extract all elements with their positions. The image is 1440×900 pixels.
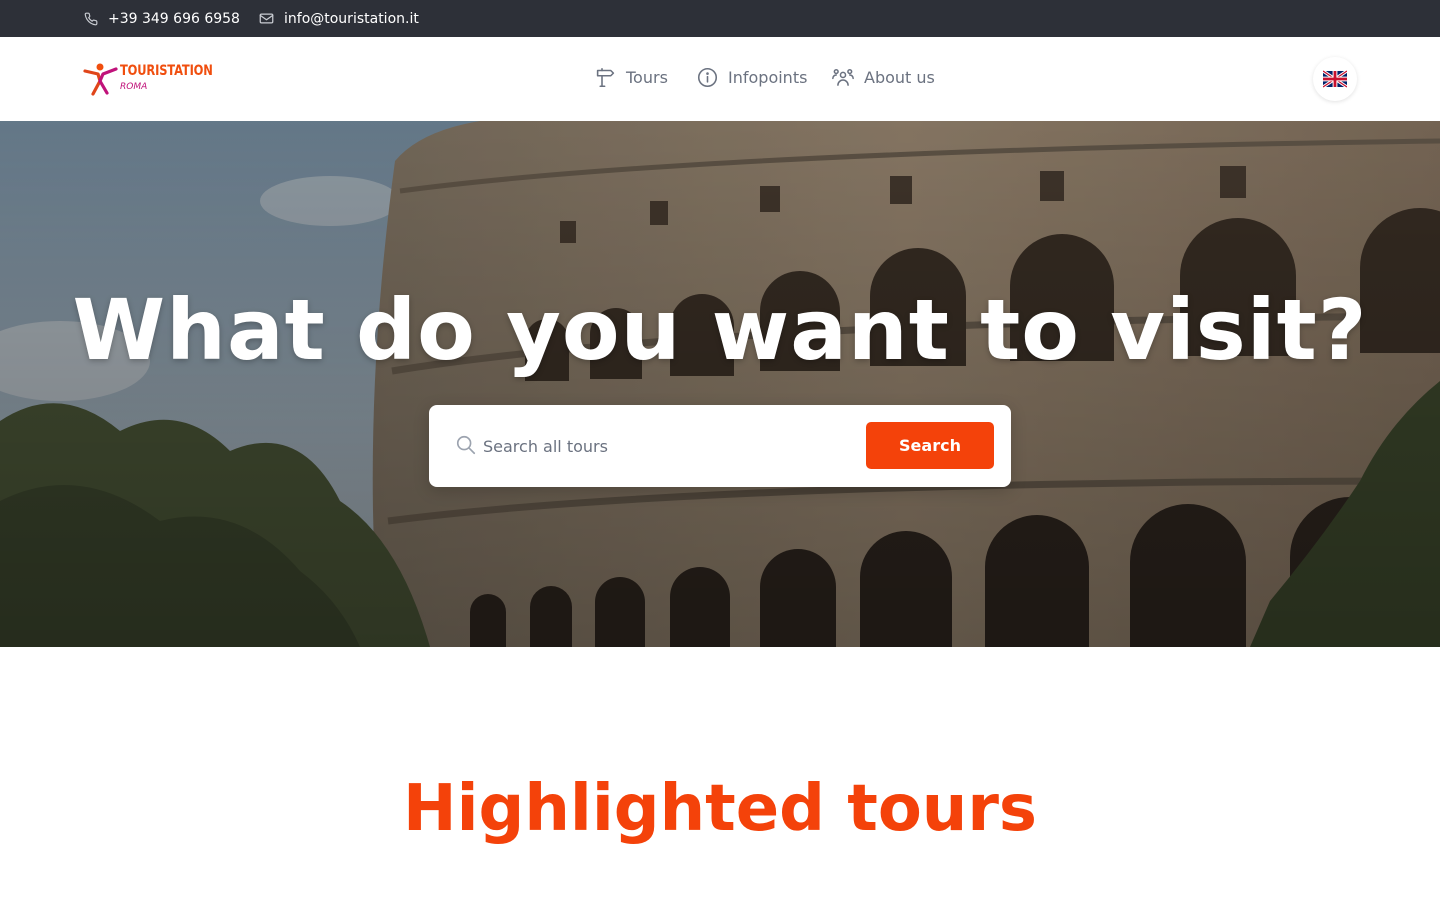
contact-email[interactable]: info@touristation.it	[259, 0, 419, 37]
nav-infopoints[interactable]: Infopoints	[697, 37, 807, 117]
search-icon	[455, 434, 477, 460]
email-address: info@touristation.it	[284, 10, 419, 27]
logo-subtitle: ROMA	[120, 82, 148, 92]
tour-search-box: Search	[429, 405, 1011, 487]
contact-phone[interactable]: +39 349 696 6958	[84, 0, 240, 37]
logo-figure-icon	[83, 63, 118, 96]
search-button[interactable]: Search	[866, 422, 994, 469]
hero-title: What do you want to visit?	[72, 281, 1368, 379]
nav-infopoints-label: Infopoints	[728, 67, 808, 87]
nav-about-us[interactable]: About us	[832, 37, 935, 117]
site-logo[interactable]: TOURISTATION ROMA	[83, 61, 213, 97]
search-input[interactable]	[483, 427, 853, 465]
nav-about-label: About us	[864, 67, 935, 87]
highlighted-tours-title: Highlighted tours	[403, 772, 1037, 846]
site-header: TOURISTATION ROMA Tours Infopoints About…	[0, 37, 1440, 121]
top-contact-bar: +39 349 696 6958 info@touristation.it	[0, 0, 1440, 37]
nav-tours-label: Tours	[626, 67, 668, 87]
hero-section: What do you want to visit? Search	[0, 121, 1440, 647]
phone-icon	[84, 12, 98, 25]
info-icon	[697, 67, 718, 87]
logo-title: TOURISTATION	[120, 63, 213, 79]
language-selector[interactable]	[1313, 57, 1357, 101]
colosseum-background-image	[0, 121, 1440, 647]
phone-number: +39 349 696 6958	[108, 10, 240, 27]
users-icon	[832, 68, 854, 86]
uk-flag-icon	[1323, 70, 1347, 88]
signpost-icon	[596, 67, 615, 87]
mail-icon	[259, 13, 274, 24]
nav-tours[interactable]: Tours	[595, 37, 668, 117]
